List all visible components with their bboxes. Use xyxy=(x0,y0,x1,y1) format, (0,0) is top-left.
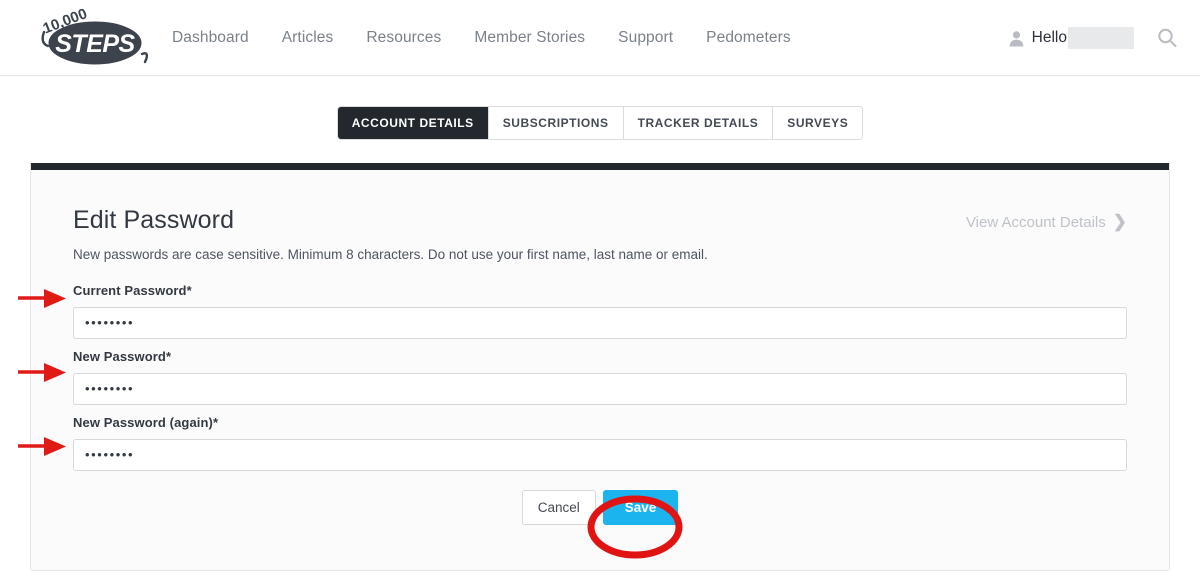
logo-steps-text: STEPS xyxy=(55,30,135,58)
label-new-password-again: New Password (again)* xyxy=(73,415,1127,430)
tab-subscriptions[interactable]: SUBSCRIPTIONS xyxy=(488,107,624,139)
tab-tracker-details[interactable]: TRACKER DETAILS xyxy=(623,107,774,139)
main-navigation: Dashboard Articles Resources Member Stor… xyxy=(172,0,791,76)
edit-password-form: Current Password* New Password* New Pass… xyxy=(73,283,1127,526)
user-icon xyxy=(1009,30,1023,46)
label-new-password-text: New Password xyxy=(73,348,166,364)
nav-item-pedometers[interactable]: Pedometers xyxy=(706,29,791,47)
save-button[interactable]: Save xyxy=(602,489,679,526)
username-redacted xyxy=(1068,27,1134,49)
edit-password-card-wrap: Edit Password New passwords are case sen… xyxy=(30,163,1170,571)
nav-item-support[interactable]: Support xyxy=(618,29,673,47)
new-password-again-input[interactable] xyxy=(73,438,1127,471)
form-actions: Cancel Save xyxy=(73,489,1127,526)
new-password-input[interactable] xyxy=(73,372,1127,405)
field-new-password: New Password* xyxy=(73,349,1127,405)
search-button[interactable] xyxy=(1156,27,1178,49)
current-password-input[interactable] xyxy=(73,306,1127,339)
10000-steps-logo[interactable]: STEPS 10,000 xyxy=(26,5,150,66)
nav-item-resources[interactable]: Resources xyxy=(366,29,441,47)
view-account-details-link[interactable]: View Account Details ❯ xyxy=(965,212,1127,231)
logo-icon: STEPS 10,000 xyxy=(41,5,149,65)
header-user-area: Hello xyxy=(1008,0,1178,76)
account-tabs-row: ACCOUNT DETAILS SUBSCRIPTIONS TRACKER DE… xyxy=(0,107,1200,139)
cancel-button[interactable]: Cancel xyxy=(521,489,596,526)
field-current-password: Current Password* xyxy=(73,283,1127,339)
search-icon xyxy=(1158,28,1177,47)
edit-password-card: Edit Password New passwords are case sen… xyxy=(30,163,1170,571)
card-body: Edit Password New passwords are case sen… xyxy=(31,170,1169,526)
nav-item-member-stories[interactable]: Member Stories xyxy=(474,29,585,47)
field-new-password-again: New Password (again)* xyxy=(73,415,1127,471)
label-new-password-again-text: New Password (again) xyxy=(73,414,213,430)
required-marker: * xyxy=(165,348,172,364)
tab-surveys[interactable]: SURVEYS xyxy=(773,107,863,139)
chevron-right-icon: ❯ xyxy=(1112,212,1127,231)
greeting-text: Hello xyxy=(1031,29,1067,46)
account-tabs: ACCOUNT DETAILS SUBSCRIPTIONS TRACKER DE… xyxy=(337,107,863,139)
required-marker: * xyxy=(212,414,219,430)
label-new-password: New Password* xyxy=(73,349,1127,364)
nav-item-dashboard[interactable]: Dashboard xyxy=(172,29,249,47)
card-top-accent-bar xyxy=(31,163,1169,170)
site-header: STEPS 10,000 Dashboard Articles Resource… xyxy=(0,0,1200,76)
view-account-details-label: View Account Details xyxy=(965,214,1106,231)
page-subtitle: New passwords are case sensitive. Minimu… xyxy=(73,247,708,262)
required-marker: * xyxy=(186,282,192,298)
tab-account-details[interactable]: ACCOUNT DETAILS xyxy=(337,107,489,139)
label-current-password-text: Current Password xyxy=(73,282,187,298)
label-current-password: Current Password* xyxy=(73,283,1127,298)
nav-item-articles[interactable]: Articles xyxy=(282,29,334,47)
